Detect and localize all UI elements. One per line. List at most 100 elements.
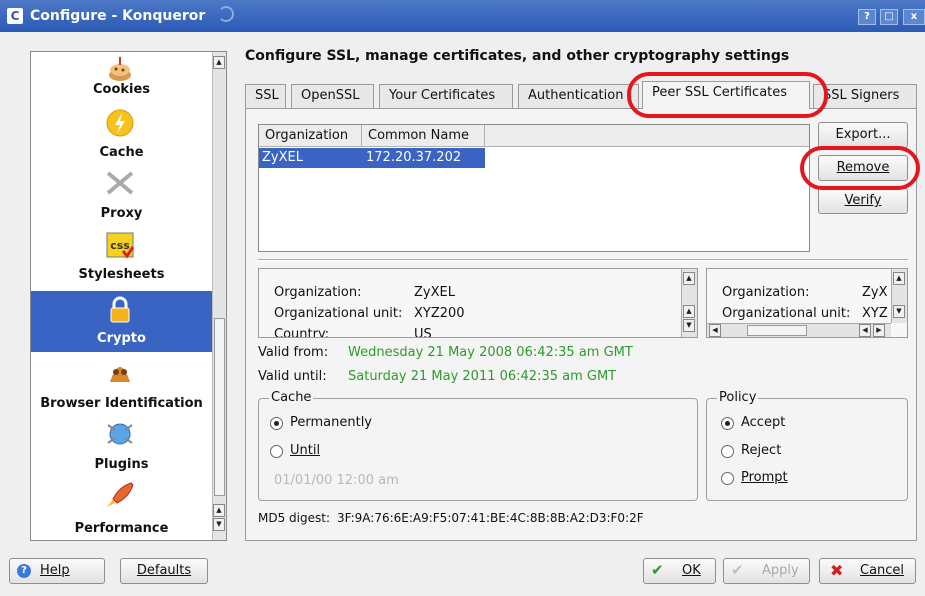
scrollbar-thumb[interactable]: [214, 318, 225, 496]
remove-button[interactable]: Remove: [818, 155, 908, 181]
scroll-up-icon[interactable]: ▲: [893, 272, 905, 285]
policy-group: Policy Accept Reject Prompt: [706, 390, 908, 501]
issuer-org-label: Organization:: [722, 285, 810, 300]
sidebar-scrollbar[interactable]: ▲ ▲ ▼: [212, 52, 226, 540]
app-icon: C: [7, 8, 23, 24]
sidebar-item-label: Cache: [99, 145, 144, 160]
scroll-down-icon[interactable]: ▼: [893, 305, 905, 318]
close-window-button[interactable]: x: [903, 9, 925, 25]
valid-from-label: Valid from:: [258, 345, 329, 360]
scroll-up-icon[interactable]: ▲: [213, 56, 225, 69]
sidebar-item-label: Browser Identification: [40, 396, 203, 411]
table-row[interactable]: ZyXEL 172.20.37.202: [259, 148, 485, 168]
column-header-organization[interactable]: Organization: [259, 125, 362, 147]
sidebar-item-cache[interactable]: Cache: [31, 104, 212, 166]
proxy-icon: [106, 171, 134, 195]
help-button[interactable]: ? Help: [9, 558, 105, 584]
scroll-down-icon[interactable]: ▼: [683, 319, 695, 332]
tab-your-certificates[interactable]: Your Certificates: [379, 84, 513, 108]
scroll-down-icon[interactable]: ▼: [213, 518, 225, 531]
lock-icon: [110, 296, 130, 323]
valid-from-value: Wednesday 21 May 2008 06:42:35 am GMT: [348, 345, 633, 360]
sidebar-item-label: Cookies: [92, 82, 151, 97]
window-title: Configure - Konqueror: [30, 8, 206, 24]
sidebar-item-crypto[interactable]: Crypto: [31, 291, 212, 352]
plugins-icon: [107, 423, 133, 445]
divider: [258, 259, 908, 261]
scroll-right-icon[interactable]: ▶: [873, 324, 885, 337]
sidebar-item-label: Plugins: [94, 457, 149, 472]
issuer-ou-value: XYZ: [862, 306, 888, 321]
cancel-button[interactable]: ✖ Cancel: [819, 558, 916, 584]
sidebar-item-label: Performance: [74, 521, 169, 536]
defaults-button[interactable]: Defaults: [120, 558, 208, 584]
scroll-up-icon[interactable]: ▲: [213, 504, 225, 517]
sidebar-item-label: Proxy: [100, 206, 143, 221]
accept-radio[interactable]: [721, 417, 734, 430]
help-window-button[interactable]: ?: [858, 9, 876, 25]
until-radio[interactable]: [270, 445, 283, 458]
reject-radio[interactable]: [721, 445, 734, 458]
subject-country-label: Country:: [274, 327, 330, 338]
tab-ssl-signers[interactable]: SSL Signers: [813, 84, 917, 108]
row-organization: ZyXEL: [262, 150, 303, 165]
row-common-name: 172.20.37.202: [366, 150, 462, 165]
sidebar: Cookies Cache Proxy css Stylesheets Cryp…: [30, 51, 227, 541]
subject-ou-value: XYZ200: [414, 306, 465, 321]
cache-group-title: Cache: [269, 390, 314, 405]
sidebar-item-label: Crypto: [97, 331, 146, 346]
sidebar-item-performance[interactable]: Performance: [31, 478, 212, 540]
ok-button[interactable]: ✔ OK: [643, 558, 716, 584]
column-header-empty: [485, 125, 809, 147]
sidebar-item-browser-identification[interactable]: Browser Identification: [31, 354, 212, 416]
subject-info-box: Organization: ZyXEL Organizational unit:…: [258, 268, 698, 338]
reject-label: Reject: [741, 443, 782, 458]
export-button[interactable]: Export...: [818, 122, 908, 148]
apply-button[interactable]: ✔ Apply: [723, 558, 810, 584]
subject-country-value: US: [414, 327, 432, 338]
tab-peer-ssl-certificates[interactable]: Peer SSL Certificates: [642, 81, 810, 109]
scroll-up-icon[interactable]: ▲: [683, 305, 695, 318]
scrollbar-thumb[interactable]: [747, 325, 807, 336]
column-header-common-name[interactable]: Common Name: [362, 125, 485, 147]
sidebar-item-plugins[interactable]: Plugins: [31, 416, 212, 478]
md5-label: MD5 digest:: [258, 511, 330, 525]
konqueror-swirl-icon: [218, 6, 234, 22]
issuer-ou-label: Organizational unit:: [722, 306, 851, 321]
help-label: Help: [40, 563, 70, 578]
scroll-up-icon[interactable]: ▲: [683, 272, 695, 285]
valid-until-value: Saturday 21 May 2011 06:42:35 am GMT: [348, 369, 617, 384]
tab-openssl[interactable]: OpenSSL: [291, 84, 374, 108]
svg-text:css: css: [110, 239, 130, 252]
md5-value: 3F:9A:76:6E:A9:F5:07:41:BE:4C:8B:8B:A2:D…: [337, 511, 644, 525]
permanently-radio[interactable]: [270, 417, 283, 430]
checkmark-icon: ✔: [651, 561, 664, 579]
until-date-field[interactable]: 01/01/00 12:00 am: [274, 473, 399, 488]
sidebar-item-proxy[interactable]: Proxy: [31, 166, 212, 228]
tab-authentication[interactable]: Authentication: [518, 84, 639, 108]
scroll-left-icon[interactable]: ◀: [709, 324, 721, 337]
issuer-hscrollbar[interactable]: ◀ ◀ ▶: [707, 323, 891, 337]
permanently-label: Permanently: [290, 415, 372, 430]
tab-ssl[interactable]: SSL: [245, 84, 286, 108]
subject-org-label: Organization:: [274, 285, 362, 300]
scroll-left-icon[interactable]: ◀: [859, 324, 871, 337]
maximize-button[interactable]: □: [880, 9, 898, 25]
verify-button[interactable]: Verify: [818, 188, 908, 214]
cache-icon: [106, 109, 134, 137]
prompt-radio[interactable]: [721, 472, 734, 485]
sidebar-item-label: Stylesheets: [78, 267, 165, 282]
sidebar-item-stylesheets[interactable]: css Stylesheets: [31, 228, 212, 290]
checkmark-icon: ✔: [731, 561, 744, 579]
cancel-label: Cancel: [860, 563, 905, 578]
css-icon: css: [106, 232, 135, 259]
certificate-list[interactable]: Organization Common Name ZyXEL 172.20.37…: [258, 124, 810, 252]
rocket-icon: [107, 482, 134, 507]
subject-scrollbar[interactable]: ▲ ▲ ▼: [681, 269, 697, 337]
cookie-icon: [109, 57, 131, 81]
issuer-info-box: Organization: ZyX Organizational unit: X…: [706, 268, 908, 338]
issuer-scrollbar[interactable]: ▲ ▼: [891, 269, 907, 323]
cache-group: Cache Permanently Until 01/01/00 12:00 a…: [258, 390, 698, 501]
policy-group-title: Policy: [717, 390, 759, 405]
help-icon: ?: [17, 564, 31, 578]
